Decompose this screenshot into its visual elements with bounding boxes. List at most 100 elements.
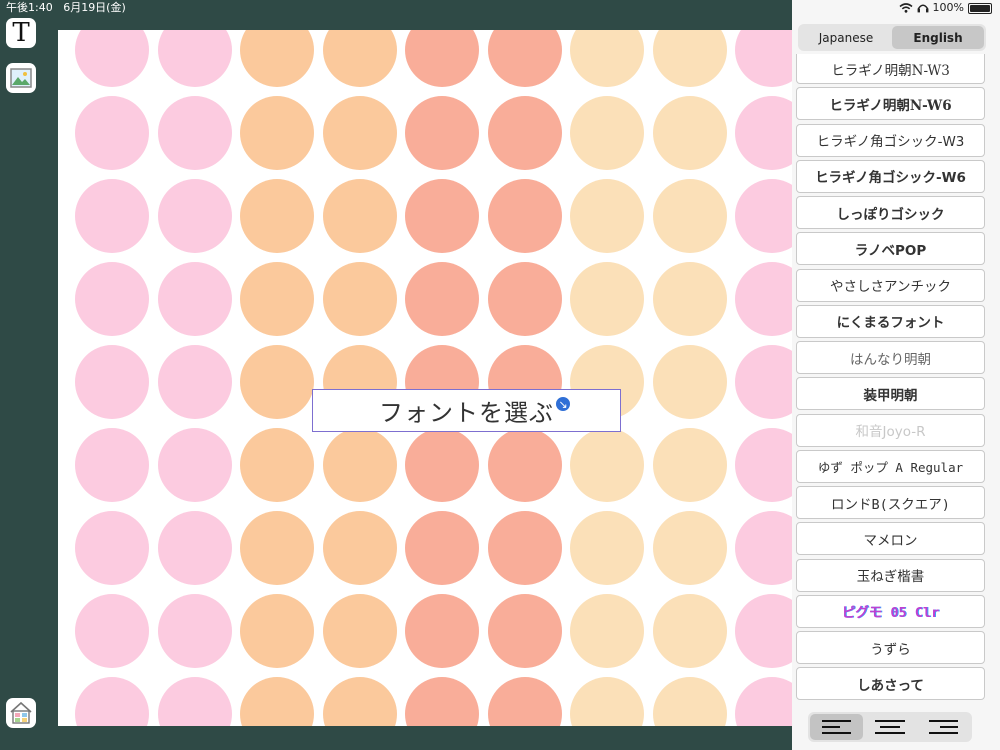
polka-dot	[652, 345, 727, 419]
font-item[interactable]: しあさって	[796, 667, 985, 701]
polka-dot	[652, 428, 727, 502]
font-panel: Japanese English ヒラギノ明朝N-W3 ヒラギノ明朝N-W6 ヒ…	[792, 0, 1000, 750]
battery-percent: 100%	[932, 1, 964, 14]
language-toggle: Japanese English	[798, 24, 986, 51]
polka-dot	[157, 345, 232, 419]
polka-dot	[157, 179, 232, 253]
font-item[interactable]: にくまるフォント	[796, 304, 985, 338]
house-gallery-icon	[10, 701, 32, 724]
image-icon	[10, 68, 32, 88]
polka-dot	[735, 30, 792, 87]
status-time: 午後1:40 6月19日(金)	[6, 1, 126, 14]
wifi-icon	[899, 3, 913, 13]
polka-dot	[75, 594, 149, 668]
polka-dot	[322, 428, 397, 502]
polka-dot	[240, 594, 314, 668]
font-item[interactable]: ロンドB(スクエア)	[796, 486, 985, 519]
font-item[interactable]: ヒラギノ明朝N-W6	[796, 87, 985, 121]
font-item[interactable]: ピグモ 05 Clr	[796, 594, 985, 628]
polka-dot	[735, 345, 792, 419]
font-item[interactable]: しっぽりゴシック	[796, 196, 985, 229]
polka-dot	[240, 179, 314, 253]
polka-dot	[240, 345, 314, 419]
polka-dot	[405, 511, 479, 585]
polka-dot	[405, 677, 479, 726]
polka-dot	[405, 262, 479, 336]
polka-dot	[405, 96, 479, 170]
polka-dot	[487, 594, 562, 668]
polka-dot	[405, 179, 479, 253]
battery-icon	[968, 2, 992, 14]
font-item[interactable]: ヒラギノ角ゴシック-W3	[796, 123, 985, 157]
polka-dot	[322, 262, 397, 336]
polka-dot	[75, 96, 149, 170]
font-item[interactable]: うずら	[796, 631, 985, 664]
polka-dot	[240, 511, 314, 585]
align-center-button[interactable]	[863, 714, 916, 740]
polka-dot	[322, 677, 397, 726]
headphones-icon	[917, 4, 928, 13]
polka-dot	[157, 511, 232, 585]
polka-dot	[405, 30, 479, 87]
font-item[interactable]: ラノベPOP	[796, 232, 985, 266]
polka-dot	[652, 677, 727, 726]
polka-dot	[157, 262, 232, 336]
polka-dot	[487, 30, 562, 87]
polka-dot	[652, 594, 727, 668]
status-indicators: 100%	[899, 0, 992, 16]
polka-dot	[487, 179, 562, 253]
polka-dot	[322, 96, 397, 170]
language-option-japanese[interactable]: Japanese	[800, 26, 892, 49]
polka-dot	[487, 96, 562, 170]
align-right-button[interactable]	[917, 714, 970, 740]
polka-dot	[735, 262, 792, 336]
font-item[interactable]: 装甲明朝	[796, 377, 985, 411]
language-option-english[interactable]: English	[892, 26, 984, 49]
polka-dot	[570, 179, 644, 253]
font-item[interactable]: ゆず ポップ A Regular	[796, 449, 985, 483]
align-left-button[interactable]	[810, 714, 864, 740]
font-list: ヒラギノ明朝N-W3 ヒラギノ明朝N-W6 ヒラギノ角ゴシック-W3 ヒラギノ角…	[796, 54, 985, 704]
font-item[interactable]: 和音Joyo-R	[796, 413, 985, 447]
image-tool-button[interactable]	[6, 63, 36, 93]
polka-dot	[735, 594, 792, 668]
font-item[interactable]: ヒラギノ明朝N-W3	[796, 54, 985, 84]
polka-dot	[652, 30, 727, 87]
font-item[interactable]: マメロン	[796, 522, 985, 556]
polka-dot	[157, 428, 232, 502]
polka-dot	[570, 96, 644, 170]
polka-dot	[157, 677, 232, 726]
polka-dot	[570, 262, 644, 336]
font-item[interactable]: やさしさアンチック	[796, 268, 985, 302]
polka-dot	[157, 30, 232, 87]
polka-dot	[487, 262, 562, 336]
polka-dot	[75, 428, 149, 502]
drawing-canvas[interactable]: フォントを選ぶ	[58, 30, 792, 726]
font-item[interactable]: 玉ねぎ楷書	[796, 558, 985, 592]
polka-dot	[652, 262, 727, 336]
polka-dot	[405, 428, 479, 502]
polka-dot	[487, 428, 562, 502]
polka-dot	[570, 594, 644, 668]
polka-dot	[75, 179, 149, 253]
polka-dot	[75, 262, 149, 336]
polka-dot	[322, 179, 397, 253]
polka-dot	[240, 96, 314, 170]
polka-dot	[570, 428, 644, 502]
polka-dot	[75, 677, 149, 726]
font-item[interactable]: ヒラギノ角ゴシック-W6	[796, 159, 985, 193]
polka-dot	[487, 677, 562, 726]
polka-dot	[322, 30, 397, 87]
gallery-button[interactable]	[6, 698, 36, 728]
polka-dot	[570, 677, 644, 726]
polka-dot	[322, 594, 397, 668]
polka-dot	[240, 428, 314, 502]
polka-dot	[240, 262, 314, 336]
resize-handle-icon[interactable]: ↘	[554, 395, 572, 413]
canvas-text-box[interactable]: フォントを選ぶ	[312, 389, 621, 432]
polka-dot	[75, 511, 149, 585]
polka-dot	[157, 594, 232, 668]
font-item[interactable]: はんなり明朝	[796, 341, 985, 374]
polka-dot	[735, 179, 792, 253]
text-tool-button[interactable]: T	[6, 18, 36, 48]
